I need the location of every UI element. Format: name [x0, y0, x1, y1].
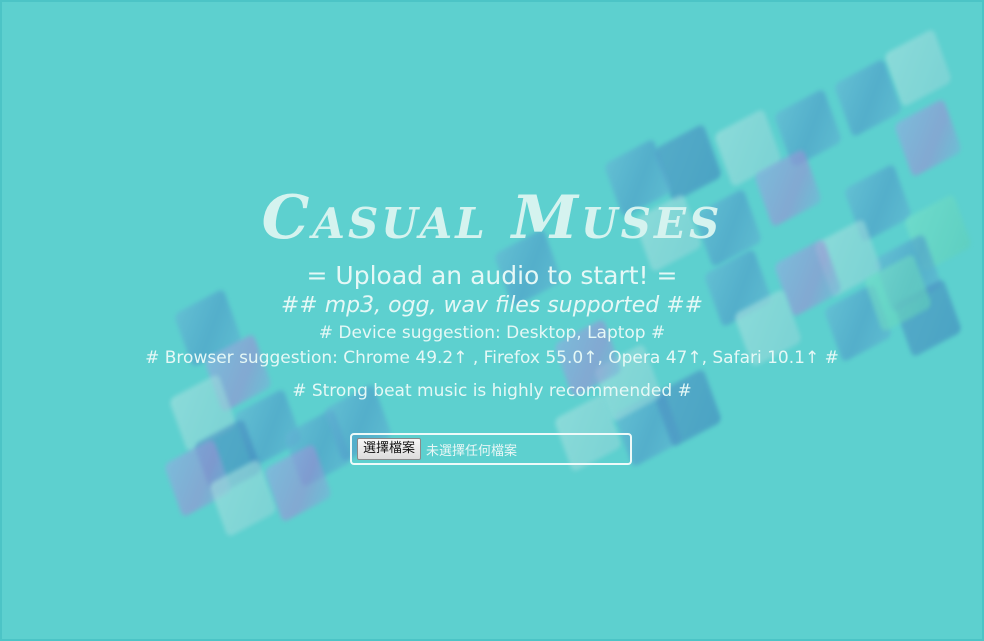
music-recommendation: # Strong beat music is highly recommende…	[292, 381, 692, 401]
device-suggestion: # Device suggestion: Desktop, Laptop #	[318, 323, 666, 343]
upload-prompt: = Upload an audio to start! =	[306, 261, 678, 290]
file-status-text: 未選擇任何檔案	[426, 443, 518, 459]
app-title: Casual Muses	[261, 183, 723, 253]
supported-formats-note: ## mp3, ogg, wav files supported ##	[280, 293, 704, 318]
browser-suggestion: # Browser suggestion: Chrome 49.2↑ , Fir…	[145, 348, 839, 368]
audio-file-input[interactable]: 選擇檔案 未選擇任何檔案	[350, 433, 632, 465]
intro-screen: Casual Muses = Upload an audio to start!…	[0, 0, 984, 641]
choose-file-button[interactable]: 選擇檔案	[357, 438, 422, 460]
